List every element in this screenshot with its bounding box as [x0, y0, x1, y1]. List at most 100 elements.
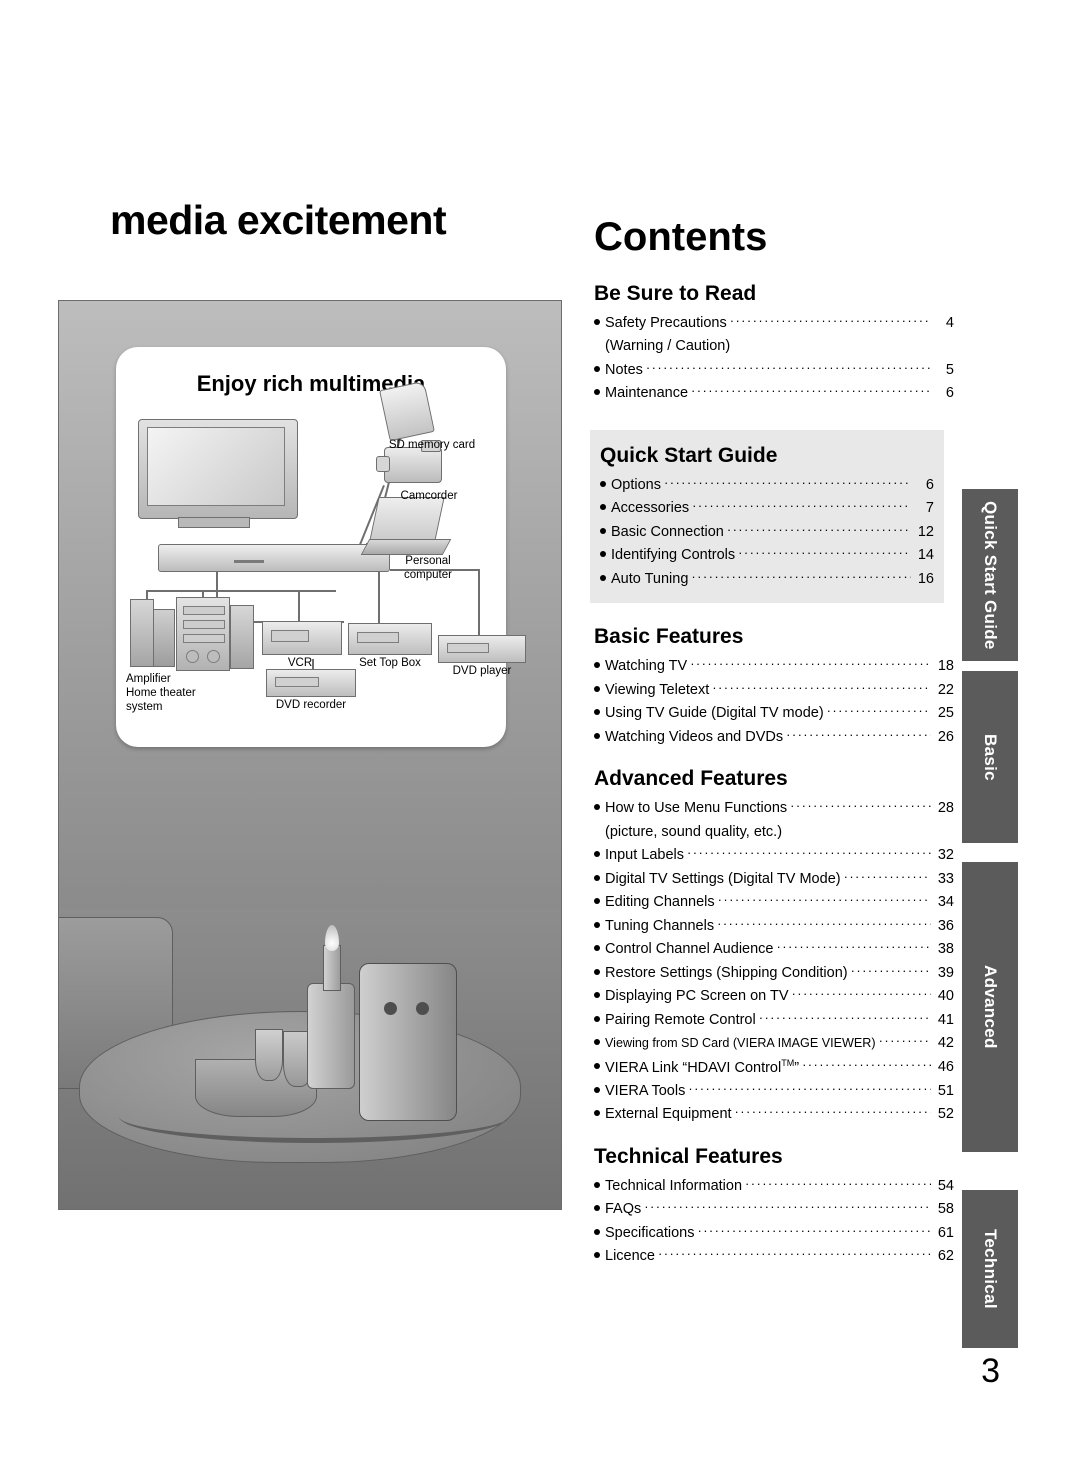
toc-entry[interactable]: Viewing from SD Card (VIERA IMAGE VIEWER… — [594, 1032, 954, 1055]
toc-leader-dots: ········································… — [717, 915, 931, 931]
dvd-recorder-icon — [266, 669, 356, 697]
bullet-icon — [594, 921, 600, 928]
av-deck — [158, 544, 390, 572]
toc-entry[interactable]: Tuning Channels ·························… — [594, 915, 954, 938]
toc-entry[interactable]: Maintenance ·····························… — [594, 382, 954, 405]
toc-entry[interactable]: Specifications ··························… — [594, 1222, 954, 1245]
toc-page-number: 6 — [945, 385, 954, 402]
toc-leader-dots: ········································… — [729, 313, 931, 328]
label-amplifier-line2: Home theater — [126, 687, 196, 699]
toc-page-number: 51 — [937, 1082, 954, 1099]
toc-entry[interactable]: FAQs ····································… — [594, 1198, 954, 1221]
toc-leader-dots: ········································… — [697, 1222, 931, 1238]
bullet-icon — [594, 1086, 600, 1093]
toc-page-number: 42 — [937, 1035, 954, 1052]
label-personal-computer-line2: computer — [404, 569, 452, 581]
left-column: media excitement — [60, 200, 560, 241]
toc-entry[interactable]: Auto Tuning ·····························… — [600, 568, 934, 591]
toc-entry[interactable]: Control Channel Audience ················… — [594, 938, 954, 961]
toc-entry[interactable]: Identifying Controls ····················… — [600, 544, 934, 567]
toc-entry-label: Options — [611, 476, 661, 493]
toc-leader-dots: ········································… — [691, 568, 911, 584]
bullet-icon — [594, 1181, 600, 1188]
toc-leader-dots: ········································… — [726, 521, 911, 537]
toc-list-basic-features: Watching TV ·····························… — [594, 655, 954, 749]
label-amplifier-line3: system — [126, 701, 163, 713]
toc-leader-dots: ········································… — [850, 962, 931, 978]
toc-entry[interactable]: Options ·································… — [600, 474, 934, 497]
toc-entry-label: VIERA Tools — [605, 1082, 686, 1099]
toc-leader-dots: ········································… — [738, 545, 911, 561]
toc-entry[interactable]: Safety Precautions ······················… — [594, 312, 954, 335]
bullet-icon — [594, 709, 600, 716]
laptop-base-icon — [360, 539, 452, 555]
page-number: 3 — [981, 1352, 1000, 1390]
cable-shape — [119, 1090, 509, 1143]
toc-page-number: 14 — [917, 547, 934, 564]
toc-entry-label: External Equipment — [605, 1106, 732, 1123]
tab-quick-start-guide-label: Quick Start Guide — [980, 500, 1000, 650]
tab-basic-label: Basic — [980, 733, 1000, 781]
tab-advanced[interactable]: Advanced — [962, 862, 1018, 1152]
toc-page-number: 58 — [937, 1201, 954, 1218]
toc-entry[interactable]: Licence ·································… — [594, 1245, 954, 1268]
section-heading-technical-features: Technical Features — [594, 1144, 783, 1168]
toc-list-technical-features: Technical Information ···················… — [594, 1175, 954, 1269]
toc-entry[interactable]: Editing Channels ························… — [594, 891, 954, 914]
toc-page-number: 38 — [937, 941, 954, 958]
toc-entry[interactable]: Notes ···································… — [594, 359, 954, 382]
toc-entry-label: FAQs — [605, 1201, 642, 1218]
toc-leader-dots: ········································… — [717, 892, 931, 908]
contents-section-technical-features: Technical Features Technical Information ·… — [594, 1145, 954, 1269]
toc-entry[interactable]: Watching TV ·····························… — [594, 655, 954, 678]
toc-leader-dots: ········································… — [826, 703, 931, 719]
toc-entry[interactable]: VIERA Tools ·····························… — [594, 1080, 954, 1103]
toc-entry[interactable]: Input Labels ····························… — [594, 844, 954, 867]
wire-vcr-drop — [298, 590, 300, 623]
toc-page-number: 6 — [925, 476, 934, 493]
toc-entry[interactable]: Digital TV Settings (Digital TV Mode) ···… — [594, 868, 954, 891]
toc-entry[interactable]: Pairing Remote Control ··················… — [594, 1009, 954, 1032]
label-set-top-box: Set Top Box — [359, 657, 421, 669]
toc-entry[interactable]: External Equipment ······················… — [594, 1103, 954, 1126]
toc-entry-label: Using TV Guide (Digital TV mode) — [605, 705, 824, 722]
toc-entry-label: Viewing Teletext — [605, 681, 710, 698]
section-heading-quick-start-guide: Quick Start Guide — [600, 443, 778, 467]
toc-entry-label: Tuning Channels — [605, 917, 715, 934]
section-heading-advanced-features: Advanced Features — [594, 767, 788, 791]
toc-entry-label: Maintenance — [605, 385, 689, 402]
tv-screen — [147, 427, 285, 506]
tab-technical[interactable]: Technical — [962, 1190, 1018, 1348]
toc-entry[interactable]: Viewing Teletext ························… — [594, 679, 954, 702]
toc-page-number: 7 — [925, 500, 934, 517]
toc-entry[interactable]: Using TV Guide (Digital TV mode) ········… — [594, 702, 954, 725]
label-dvd-recorder: DVD recorder — [275, 699, 347, 711]
toc-leader-dots: ········································… — [712, 679, 931, 695]
tab-quick-start-guide[interactable]: Quick Start Guide — [962, 489, 1018, 661]
bullet-icon — [594, 851, 600, 858]
toc-entry[interactable]: Watching Videos and DVDs ················… — [594, 726, 954, 749]
toc-subline: (Warning / Caution) — [605, 338, 731, 355]
toc-entry[interactable]: Displaying PC Screen on TV ··············… — [594, 985, 954, 1008]
toc-page-number: 12 — [917, 523, 934, 540]
tab-basic[interactable]: Basic — [962, 671, 1018, 843]
toc-leader-dots: ········································… — [645, 359, 931, 375]
toc-entry-label: Identifying Controls — [611, 547, 736, 564]
toc-entry[interactable]: VIERA Link “HDAVI ControlTM” ············… — [594, 1056, 954, 1080]
vcr-icon — [262, 621, 342, 655]
camcorder-icon — [376, 440, 442, 483]
toc-leader-dots: ········································… — [791, 986, 932, 1002]
toc-entry-label: Notes — [605, 361, 643, 378]
toc-entry[interactable]: Restore Settings (Shipping Condition) ···… — [594, 962, 954, 985]
toc-entry[interactable]: Accessories ·····························… — [600, 497, 934, 520]
toc-entry-label: Accessories — [611, 500, 690, 517]
toc-leader-dots: ········································… — [690, 656, 931, 672]
toc-entry[interactable]: Basic Connection ························… — [600, 521, 934, 544]
toc-page-number: 5 — [945, 361, 954, 378]
bullet-icon — [594, 732, 600, 739]
toc-entry-label: Licence — [605, 1248, 655, 1265]
toc-entry[interactable]: How to Use Menu Functions ···············… — [594, 797, 954, 820]
bullet-icon — [600, 504, 606, 511]
toc-entry-label: Auto Tuning — [611, 570, 689, 587]
toc-entry[interactable]: Technical Information ···················… — [594, 1175, 954, 1198]
